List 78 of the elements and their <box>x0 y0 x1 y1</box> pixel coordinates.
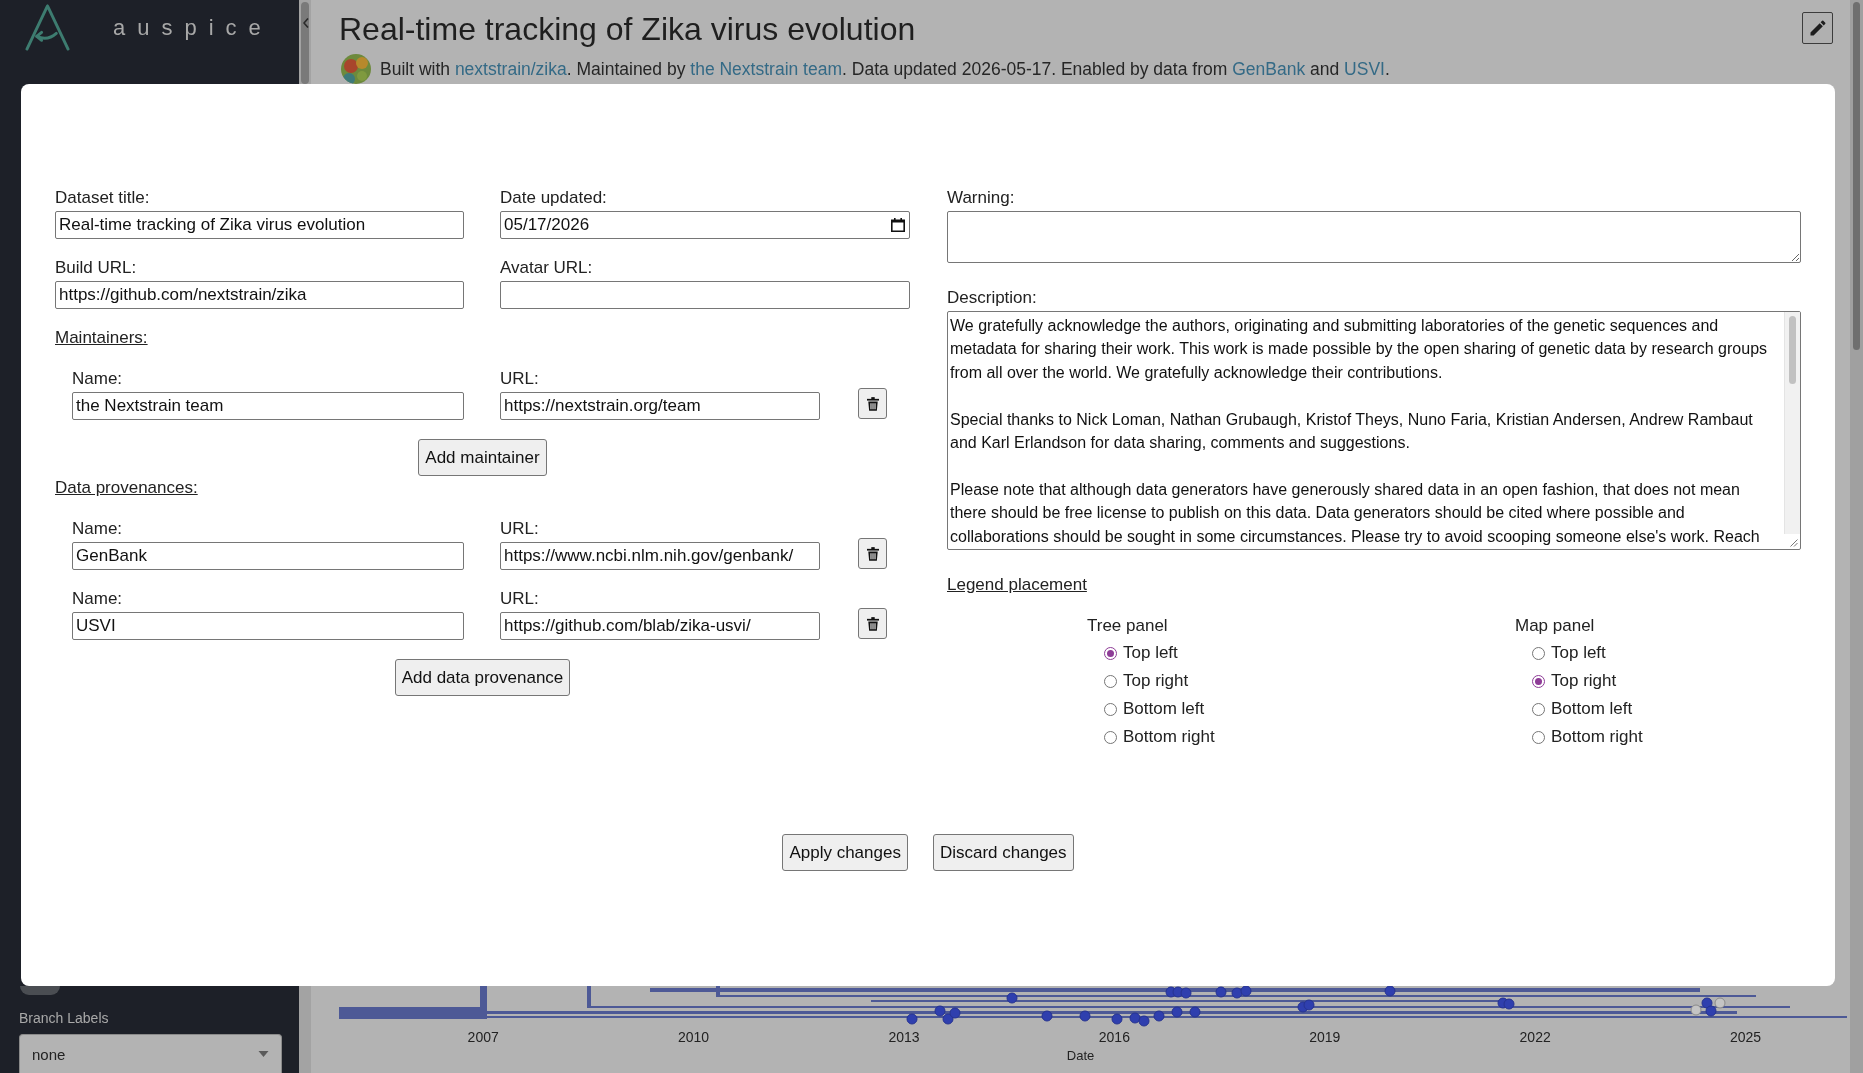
field-label: Name: <box>72 519 123 539</box>
chevron-left-icon[interactable] <box>303 18 309 28</box>
delete-button[interactable] <box>858 538 887 569</box>
field-label: Description: <box>947 288 1037 308</box>
radio-label: Bottom left <box>1123 699 1205 719</box>
axis-tick-label: 2007 <box>466 1028 500 1047</box>
radio-button[interactable] <box>1104 702 1117 716</box>
field-label: URL: <box>500 519 539 539</box>
input-field[interactable]: https://github.com/blab/zika-usvi/ <box>500 612 820 640</box>
radio-button[interactable] <box>1104 674 1117 688</box>
branch-labels-dropdown[interactable]: none <box>19 1034 282 1073</box>
add-button[interactable]: Add maintainer <box>418 439 547 476</box>
input-field[interactable] <box>500 281 910 309</box>
warning-field[interactable] <box>947 211 1801 263</box>
radio-button[interactable] <box>1532 674 1545 688</box>
resize-handle-icon[interactable] <box>1790 539 1798 547</box>
radio-label: Bottom right <box>1123 727 1215 747</box>
radio-button[interactable] <box>1532 646 1545 660</box>
field-label: URL: <box>500 589 539 609</box>
field-label: Avatar URL: <box>500 258 593 278</box>
axis-tick-label: 2025 <box>1728 1028 1763 1047</box>
input-field[interactable]: https://github.com/nextstrain/zika <box>55 281 464 309</box>
scrollbar-thumb[interactable] <box>301 2 309 84</box>
input-field[interactable]: GenBank <box>72 542 464 570</box>
avatar-icon <box>341 54 371 84</box>
panel-heading: Tree panel <box>1087 616 1168 636</box>
byline-text: Built with nextstrain/zika. Maintained by the Nextstrain team. Data updated 2026-05-17. Enabled by data from GenBank and USVI. <box>380 58 1390 80</box>
axis-tick-label: 2019 <box>1308 1028 1342 1047</box>
input-field[interactable]: Real-time tracking of Zika virus evolution <box>55 211 464 239</box>
radio-button[interactable] <box>1532 730 1545 744</box>
delete-button[interactable] <box>858 608 887 639</box>
field-label: Date updated: <box>500 188 607 208</box>
delete-button[interactable] <box>858 388 887 419</box>
trash-icon <box>866 396 879 411</box>
radio-label: Top right <box>1123 671 1189 691</box>
radio-label: Bottom right <box>1551 727 1643 747</box>
field-label: URL: <box>500 369 539 389</box>
panel-heading: Map panel <box>1515 616 1595 636</box>
radio-button[interactable] <box>1104 730 1117 744</box>
trash-icon <box>866 616 879 631</box>
field-label: Name: <box>72 589 123 609</box>
branch-labels-label: Branch Labels <box>19 1009 109 1027</box>
radio-label: Top right <box>1551 671 1617 691</box>
input-field[interactable]: USVI <box>72 612 464 640</box>
axis-tick-label: 2013 <box>887 1028 921 1047</box>
logo-icon <box>24 4 71 51</box>
input-field[interactable]: https://www.ncbi.nlm.nih.gov/genbank/ <box>500 542 820 570</box>
toggle-switch[interactable] <box>20 986 60 995</box>
dialog-button[interactable]: Discard changes <box>932 834 1074 871</box>
dialog-button[interactable]: Apply changes <box>782 834 908 871</box>
radio-label: Top left <box>1551 643 1606 663</box>
field-label: Name: <box>72 369 123 389</box>
axis-tick-label: 2010 <box>677 1028 711 1047</box>
section-heading: Data provenances: <box>55 478 198 498</box>
section-heading: Maintainers: <box>55 328 148 348</box>
field-label: Warning: <box>947 188 1015 208</box>
radio-button[interactable] <box>1532 702 1545 716</box>
page-title: Real-time tracking of Zika virus evolution <box>339 10 916 48</box>
field-label: Dataset title: <box>55 188 150 208</box>
radio-label: Bottom left <box>1551 699 1633 719</box>
caret-icon <box>258 1051 269 1057</box>
description-field[interactable]: We gratefully acknowledge the authors, originating and submitting laboratories of the genetic sequences and metadata for sharing their work. This work is made possible by the open sharing of genetic data by research groups from all over the world. We gratefully acknowledge their contributions. Special thanks to Nick Loman, Nathan Grubaugh, Kristof Theys, Nuno Faria, Kristian Andersen, Andrew Rambaut and Karl Erlandson for data sharing, comments and suggestions. Please note that although data generators have generously shared data in an open fashion, that does not mean there should be free license to publish on this data. Data generators should be cited where possible and collaborations should be sought in some circumstances. Please try to avoid scooping someone else's work. Reach <box>947 311 1801 550</box>
edit-button[interactable] <box>1802 12 1833 44</box>
radio-button[interactable] <box>1104 646 1117 660</box>
input-field[interactable]: https://nextstrain.org/team <box>500 392 820 420</box>
field-label: Build URL: <box>55 258 137 278</box>
add-button[interactable]: Add data provenance <box>394 659 571 696</box>
input-field[interactable]: the Nextstrain team <box>72 392 464 420</box>
trash-icon <box>866 546 879 561</box>
scrollbar-thumb[interactable] <box>1853 2 1860 350</box>
axis-tick-label: 2022 <box>1518 1028 1552 1047</box>
app-name: auspice <box>113 14 273 41</box>
scrollbar-thumb[interactable] <box>1789 316 1796 384</box>
axis-tick-label: 2016 <box>1097 1028 1131 1047</box>
axis-title: Date <box>1066 1047 1095 1065</box>
radio-label: Top left <box>1123 643 1178 663</box>
input-field[interactable]: 05/17/2026 <box>500 211 910 239</box>
section-heading: Legend placement <box>947 575 1087 595</box>
